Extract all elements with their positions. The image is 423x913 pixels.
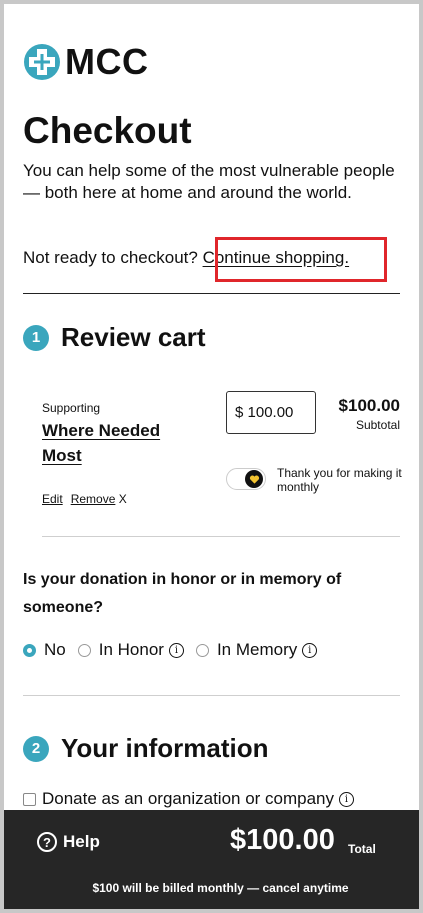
radio-in-honor[interactable]: In Honor i	[77, 640, 184, 660]
subtotal-label: Subtotal	[355, 418, 400, 432]
remove-x-icon[interactable]: X	[119, 492, 127, 506]
step-number-badge: 1	[23, 324, 49, 351]
radio-button-selected[interactable]	[23, 643, 36, 657]
highlight-box	[215, 237, 387, 282]
radio-in-memory[interactable]: In Memory i	[195, 640, 318, 660]
toggle-knob	[245, 470, 263, 488]
not-ready-text: Not ready to checkout?	[23, 248, 198, 267]
remove-link[interactable]: Remove	[71, 492, 116, 506]
help-label: Help	[63, 832, 100, 851]
radio-label: In Honor	[98, 640, 164, 659]
radio-label: No	[44, 640, 66, 659]
honor-radio-group: No In Honor i In Memory i	[23, 640, 329, 660]
radio-no[interactable]: No	[23, 640, 66, 660]
radio-label: In Memory	[216, 640, 298, 659]
billing-note: $100 will be billed monthly — cancel any…	[92, 881, 349, 895]
item-actions: Edit Remove X	[42, 492, 127, 506]
monthly-toggle[interactable]	[226, 468, 266, 490]
item-price: $100.00	[338, 396, 400, 415]
info-icon[interactable]: i	[168, 642, 184, 658]
section-title: Your information	[61, 733, 269, 763]
supporting-label: Supporting	[42, 401, 101, 415]
info-icon[interactable]: i	[339, 791, 355, 807]
fund-name-link[interactable]: Where Needed Most	[42, 418, 192, 468]
honor-question: Is your donation in honor or in memory o…	[23, 571, 342, 616]
radio-button[interactable]	[77, 643, 91, 657]
checkout-footer: ? Help $100.00 Total $100 will be billed…	[4, 810, 419, 909]
organization-checkbox-row[interactable]: Donate as an organization or company i	[23, 789, 355, 809]
help-button[interactable]: ? Help	[37, 832, 100, 852]
organization-checkbox-label: Donate as an organization or company	[42, 789, 335, 808]
monthly-message: Thank you for making it monthly	[277, 466, 402, 494]
info-icon[interactable]: i	[302, 642, 318, 658]
heart-icon	[249, 475, 259, 484]
organization-checkbox[interactable]	[23, 792, 36, 806]
mcc-logo[interactable]: MCC	[23, 43, 148, 81]
section-title: Review cart	[61, 322, 206, 352]
divider	[23, 695, 400, 696]
radio-button[interactable]	[195, 643, 209, 657]
edit-link[interactable]: Edit	[42, 492, 63, 506]
step-number-badge: 2	[23, 735, 49, 762]
mcc-logo-icon	[24, 44, 60, 80]
divider	[23, 293, 400, 294]
amount-input[interactable]: $ 100.00	[226, 391, 316, 434]
total-amount: $100.00	[230, 824, 335, 856]
brand-name: MCC	[65, 41, 149, 82]
page-title: Checkout	[23, 110, 192, 151]
review-cart-heading: 1 Review cart	[23, 322, 206, 353]
your-information-heading: 2 Your information	[23, 733, 269, 764]
question-icon: ?	[37, 832, 57, 852]
intro-text: You can help some of the most vulnerable…	[23, 161, 395, 202]
total-label: Total	[348, 842, 376, 856]
remove-action[interactable]: Remove X	[71, 492, 127, 506]
fund-name[interactable]: Where Needed Most	[42, 421, 160, 465]
divider	[42, 536, 400, 537]
checkout-page: MCC Checkout You can help some of the mo…	[4, 4, 419, 909]
